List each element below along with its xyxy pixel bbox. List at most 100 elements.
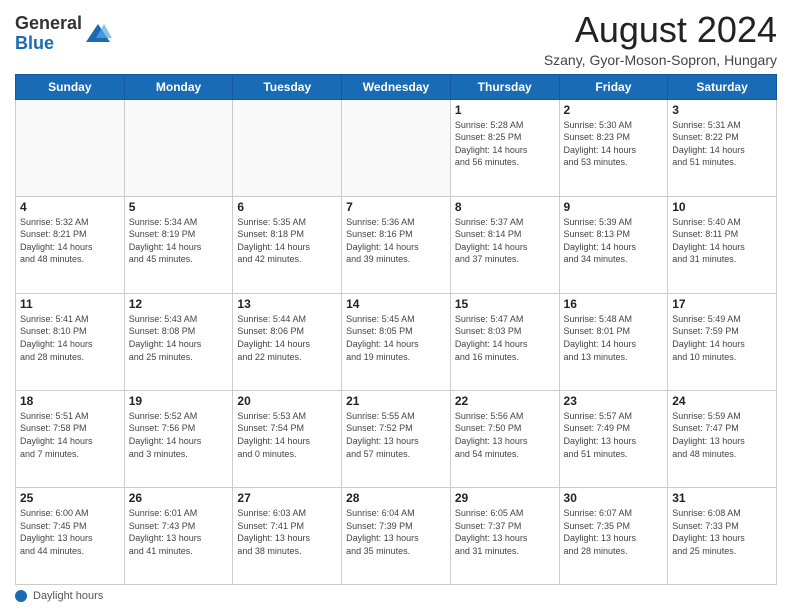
day-info: Sunrise: 5:48 AM Sunset: 8:01 PM Dayligh… bbox=[564, 313, 664, 363]
calendar-day-header: Friday bbox=[559, 74, 668, 99]
calendar-cell: 26 Sunrise: 6:01 AM Sunset: 7:43 PM Dayli… bbox=[124, 487, 233, 584]
day-number: 3 bbox=[672, 103, 772, 117]
day-number: 6 bbox=[237, 200, 337, 214]
day-number: 14 bbox=[346, 297, 446, 311]
calendar-cell: 6Sunrise: 5:35 AM Sunset: 8:18 PM Daylig… bbox=[233, 196, 342, 293]
calendar-cell: 22 Sunrise: 5:56 AM Sunset: 7:50 PM Dayli… bbox=[450, 390, 559, 487]
day-number: 16 bbox=[564, 297, 664, 311]
day-number: 26 bbox=[129, 491, 229, 505]
day-number: 4 bbox=[20, 200, 120, 214]
footer-dot bbox=[15, 590, 27, 602]
logo-text: General Blue bbox=[15, 14, 82, 54]
calendar-cell: 13Sunrise: 5:44 AM Sunset: 8:06 PM Dayli… bbox=[233, 293, 342, 390]
day-info: Sunrise: 5:47 AM Sunset: 8:03 PM Dayligh… bbox=[455, 313, 555, 363]
day-info: Sunrise: 6:00 AM Sunset: 7:45 PM Dayligh… bbox=[20, 507, 120, 557]
calendar-cell: 23 Sunrise: 5:57 AM Sunset: 7:49 PM Dayli… bbox=[559, 390, 668, 487]
calendar-cell: 11Sunrise: 5:41 AM Sunset: 8:10 PM Dayli… bbox=[16, 293, 125, 390]
calendar-cell: 24 Sunrise: 5:59 AM Sunset: 7:47 PM Dayli… bbox=[668, 390, 777, 487]
page: General Blue August 2024 Szany, Gyor-Mos… bbox=[0, 0, 792, 612]
calendar-cell: 27 Sunrise: 6:03 AM Sunset: 7:41 PM Dayli… bbox=[233, 487, 342, 584]
day-number: 11 bbox=[20, 297, 120, 311]
month-year: August 2024 bbox=[544, 10, 777, 50]
calendar-cell bbox=[233, 99, 342, 196]
calendar-cell: 28 Sunrise: 6:04 AM Sunset: 7:39 PM Dayli… bbox=[342, 487, 451, 584]
day-number: 10 bbox=[672, 200, 772, 214]
day-info: Sunrise: 6:05 AM Sunset: 7:37 PM Dayligh… bbox=[455, 507, 555, 557]
day-info: Sunrise: 5:52 AM Sunset: 7:56 PM Dayligh… bbox=[129, 410, 229, 460]
day-number: 15 bbox=[455, 297, 555, 311]
day-info: Sunrise: 6:07 AM Sunset: 7:35 PM Dayligh… bbox=[564, 507, 664, 557]
day-number: 1 bbox=[455, 103, 555, 117]
calendar-cell: 14 Sunrise: 5:45 AM Sunset: 8:05 PM Dayli… bbox=[342, 293, 451, 390]
calendar-cell: 4 Sunrise: 5:32 AM Sunset: 8:21 PM Daylig… bbox=[16, 196, 125, 293]
calendar-day-header: Tuesday bbox=[233, 74, 342, 99]
calendar-header-row: SundayMondayTuesdayWednesdayThursdayFrid… bbox=[16, 74, 777, 99]
logo-general: General bbox=[15, 14, 82, 34]
day-info: Sunrise: 6:08 AM Sunset: 7:33 PM Dayligh… bbox=[672, 507, 772, 557]
day-info: Sunrise: 5:57 AM Sunset: 7:49 PM Dayligh… bbox=[564, 410, 664, 460]
calendar-cell: 16 Sunrise: 5:48 AM Sunset: 8:01 PM Dayli… bbox=[559, 293, 668, 390]
calendar-cell bbox=[16, 99, 125, 196]
day-number: 23 bbox=[564, 394, 664, 408]
calendar-cell: 8Sunrise: 5:37 AM Sunset: 8:14 PM Daylig… bbox=[450, 196, 559, 293]
calendar-cell: 9 Sunrise: 5:39 AM Sunset: 8:13 PM Daylig… bbox=[559, 196, 668, 293]
logo: General Blue bbox=[15, 14, 112, 54]
day-info: Sunrise: 5:53 AM Sunset: 7:54 PM Dayligh… bbox=[237, 410, 337, 460]
calendar-cell: 5 Sunrise: 5:34 AM Sunset: 8:19 PM Daylig… bbox=[124, 196, 233, 293]
day-info: Sunrise: 6:03 AM Sunset: 7:41 PM Dayligh… bbox=[237, 507, 337, 557]
calendar-cell: 7 Sunrise: 5:36 AM Sunset: 8:16 PM Daylig… bbox=[342, 196, 451, 293]
day-info: Sunrise: 5:32 AM Sunset: 8:21 PM Dayligh… bbox=[20, 216, 120, 266]
day-number: 30 bbox=[564, 491, 664, 505]
day-info: Sunrise: 5:55 AM Sunset: 7:52 PM Dayligh… bbox=[346, 410, 446, 460]
calendar-cell: 31Sunrise: 6:08 AM Sunset: 7:33 PM Dayli… bbox=[668, 487, 777, 584]
calendar-cell: 19 Sunrise: 5:52 AM Sunset: 7:56 PM Dayli… bbox=[124, 390, 233, 487]
day-info: Sunrise: 5:45 AM Sunset: 8:05 PM Dayligh… bbox=[346, 313, 446, 363]
day-number: 2 bbox=[564, 103, 664, 117]
footer-label: Daylight hours bbox=[33, 590, 103, 602]
day-number: 21 bbox=[346, 394, 446, 408]
calendar-cell bbox=[342, 99, 451, 196]
day-info: Sunrise: 5:40 AM Sunset: 8:11 PM Dayligh… bbox=[672, 216, 772, 266]
calendar-day-header: Monday bbox=[124, 74, 233, 99]
calendar-cell: 18 Sunrise: 5:51 AM Sunset: 7:58 PM Dayli… bbox=[16, 390, 125, 487]
day-number: 7 bbox=[346, 200, 446, 214]
day-info: Sunrise: 6:04 AM Sunset: 7:39 PM Dayligh… bbox=[346, 507, 446, 557]
day-info: Sunrise: 5:31 AM Sunset: 8:22 PM Dayligh… bbox=[672, 119, 772, 169]
calendar-day-header: Thursday bbox=[450, 74, 559, 99]
calendar-cell: 15 Sunrise: 5:47 AM Sunset: 8:03 PM Dayli… bbox=[450, 293, 559, 390]
day-info: Sunrise: 5:49 AM Sunset: 7:59 PM Dayligh… bbox=[672, 313, 772, 363]
day-info: Sunrise: 5:59 AM Sunset: 7:47 PM Dayligh… bbox=[672, 410, 772, 460]
day-number: 27 bbox=[237, 491, 337, 505]
calendar-week-row: 4 Sunrise: 5:32 AM Sunset: 8:21 PM Daylig… bbox=[16, 196, 777, 293]
calendar-cell bbox=[124, 99, 233, 196]
day-info: Sunrise: 5:30 AM Sunset: 8:23 PM Dayligh… bbox=[564, 119, 664, 169]
day-info: Sunrise: 5:34 AM Sunset: 8:19 PM Dayligh… bbox=[129, 216, 229, 266]
day-number: 12 bbox=[129, 297, 229, 311]
day-number: 20 bbox=[237, 394, 337, 408]
day-info: Sunrise: 5:36 AM Sunset: 8:16 PM Dayligh… bbox=[346, 216, 446, 266]
calendar-day-header: Saturday bbox=[668, 74, 777, 99]
day-number: 5 bbox=[129, 200, 229, 214]
calendar-cell: 29 Sunrise: 6:05 AM Sunset: 7:37 PM Dayli… bbox=[450, 487, 559, 584]
calendar-table: SundayMondayTuesdayWednesdayThursdayFrid… bbox=[15, 74, 777, 585]
day-number: 9 bbox=[564, 200, 664, 214]
calendar-cell: 25Sunrise: 6:00 AM Sunset: 7:45 PM Dayli… bbox=[16, 487, 125, 584]
day-number: 8 bbox=[455, 200, 555, 214]
day-number: 18 bbox=[20, 394, 120, 408]
day-number: 24 bbox=[672, 394, 772, 408]
day-info: Sunrise: 5:39 AM Sunset: 8:13 PM Dayligh… bbox=[564, 216, 664, 266]
day-info: Sunrise: 5:56 AM Sunset: 7:50 PM Dayligh… bbox=[455, 410, 555, 460]
calendar-week-row: 25Sunrise: 6:00 AM Sunset: 7:45 PM Dayli… bbox=[16, 487, 777, 584]
title-block: August 2024 Szany, Gyor-Moson-Sopron, Hu… bbox=[544, 10, 777, 68]
day-number: 29 bbox=[455, 491, 555, 505]
day-info: Sunrise: 6:01 AM Sunset: 7:43 PM Dayligh… bbox=[129, 507, 229, 557]
day-number: 19 bbox=[129, 394, 229, 408]
day-number: 28 bbox=[346, 491, 446, 505]
calendar-week-row: 11Sunrise: 5:41 AM Sunset: 8:10 PM Dayli… bbox=[16, 293, 777, 390]
day-info: Sunrise: 5:44 AM Sunset: 8:06 PM Dayligh… bbox=[237, 313, 337, 363]
day-number: 22 bbox=[455, 394, 555, 408]
location: Szany, Gyor-Moson-Sopron, Hungary bbox=[544, 52, 777, 68]
day-info: Sunrise: 5:51 AM Sunset: 7:58 PM Dayligh… bbox=[20, 410, 120, 460]
calendar-day-header: Sunday bbox=[16, 74, 125, 99]
calendar-cell: 1Sunrise: 5:28 AM Sunset: 8:25 PM Daylig… bbox=[450, 99, 559, 196]
